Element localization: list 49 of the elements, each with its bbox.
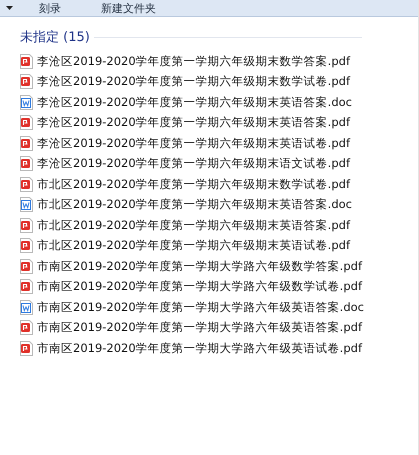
word-file-icon (20, 300, 33, 315)
file-item[interactable]: 市南区2019-2020学年度第一学期大学路六年级数学答案.pdf (20, 256, 362, 276)
file-name: 李沧区2019-2020学年度第一学期六年级期末英语答案.doc (37, 94, 352, 110)
word-file-icon (20, 197, 33, 212)
file-name: 市北区2019-2020学年度第一学期六年级期末英语答案.doc (37, 197, 352, 212)
pdf-file-icon (20, 54, 33, 69)
file-item[interactable]: 市南区2019-2020学年度第一学期大学路六年级英语答案.doc (20, 297, 364, 318)
caret-icon[interactable] (6, 6, 13, 10)
file-item[interactable]: 市北区2019-2020学年度第一学期六年级期末英语答案.doc (20, 194, 352, 215)
toolbar-button[interactable]: 新建文件夹 (99, 2, 158, 14)
file-name: 市南区2019-2020学年度第一学期大学路六年级英语试卷.pdf (37, 340, 362, 356)
pdf-file-icon (20, 258, 33, 274)
file-item[interactable]: 市北区2019-2020学年度第一学期六年级期末英语答案.pdf (20, 215, 350, 236)
file-item[interactable]: 李沧区2019-2020学年度第一学期六年级期末数学试卷.pdf (20, 72, 350, 92)
pdf-file-icon (20, 176, 33, 192)
file-item[interactable]: 市南区2019-2020学年度第一学期大学路六年级英语试卷.pdf (20, 338, 362, 358)
pdf-file-icon (20, 136, 33, 151)
file-name: 李沧区2019-2020学年度第一学期六年级期末数学答案.pdf (37, 54, 350, 69)
pdf-file-icon (20, 74, 33, 90)
file-name: 李沧区2019-2020学年度第一学期六年级期末数学试卷.pdf (37, 74, 350, 90)
pdf-file-icon (20, 320, 33, 336)
file-item[interactable]: 李沧区2019-2020学年度第一学期六年级期末英语答案.pdf (20, 112, 350, 133)
file-item[interactable]: 李沧区2019-2020学年度第一学期六年级期末英语答案.doc (20, 92, 352, 112)
pdf-file-icon (20, 238, 33, 254)
pdf-file-icon (20, 156, 33, 172)
pdf-file-icon (20, 279, 33, 294)
file-name: 市南区2019-2020学年度第一学期大学路六年级英语答案.doc (37, 300, 364, 315)
file-name: 市北区2019-2020学年度第一学期六年级期末英语试卷.pdf (37, 238, 350, 254)
file-name: 市北区2019-2020学年度第一学期六年级期末数学试卷.pdf (37, 176, 350, 192)
file-item[interactable]: 市北区2019-2020学年度第一学期六年级期末英语试卷.pdf (20, 236, 350, 256)
file-name: 市南区2019-2020学年度第一学期大学路六年级数学试卷.pdf (37, 279, 362, 294)
file-item[interactable]: 李沧区2019-2020学年度第一学期六年级期末数学答案.pdf (20, 51, 350, 72)
file-name: 李沧区2019-2020学年度第一学期六年级期末英语答案.pdf (37, 115, 350, 130)
file-item[interactable]: 李沧区2019-2020学年度第一学期六年级期末英语试卷.pdf (20, 133, 350, 154)
file-name: 市北区2019-2020学年度第一学期六年级期末英语答案.pdf (37, 218, 350, 233)
file-name: 李沧区2019-2020学年度第一学期六年级期末语文试卷.pdf (37, 156, 350, 172)
file-name: 市南区2019-2020学年度第一学期大学路六年级数学答案.pdf (37, 258, 362, 274)
toolbar-button[interactable]: 刻录 (37, 2, 63, 14)
file-name: 李沧区2019-2020学年度第一学期六年级期末英语试卷.pdf (37, 136, 350, 151)
file-item[interactable]: 市南区2019-2020学年度第一学期大学路六年级英语答案.pdf (20, 318, 362, 338)
file-item[interactable]: 市南区2019-2020学年度第一学期大学路六年级数学试卷.pdf (20, 276, 362, 297)
file-name: 市南区2019-2020学年度第一学期大学路六年级英语答案.pdf (37, 320, 362, 336)
file-item[interactable]: 市北区2019-2020学年度第一学期六年级期末数学试卷.pdf (20, 174, 350, 194)
group-header[interactable]: 未指定 (15) (20, 28, 90, 46)
pdf-file-icon (20, 340, 33, 356)
pdf-file-icon (20, 218, 33, 233)
file-item[interactable]: 李沧区2019-2020学年度第一学期六年级期末语文试卷.pdf (20, 154, 350, 174)
word-file-icon (20, 94, 33, 110)
pdf-file-icon (20, 115, 33, 130)
